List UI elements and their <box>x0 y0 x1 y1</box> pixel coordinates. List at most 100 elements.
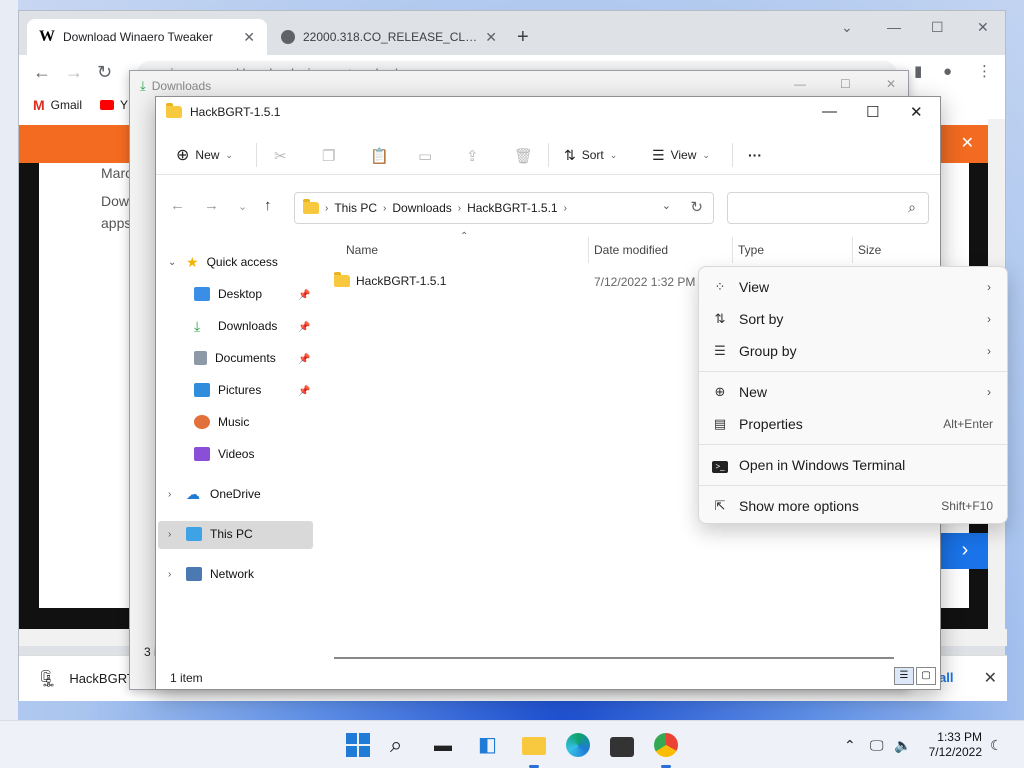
task-view-icon[interactable]: ▬ <box>434 733 458 757</box>
minimize-icon[interactable]: — <box>887 19 901 35</box>
maximize-icon[interactable]: ☐ <box>866 103 879 121</box>
back-icon[interactable]: ← <box>33 63 51 81</box>
delete-icon[interactable]: 🗑 <box>514 147 533 165</box>
details-view-icon[interactable]: ☰ <box>894 667 914 685</box>
forward-icon[interactable]: → <box>65 63 83 81</box>
chrome-icon[interactable] <box>654 733 678 757</box>
recent-locations-icon[interactable]: ⌄ <box>238 200 247 213</box>
nav-desktop[interactable]: Desktop <box>194 280 262 308</box>
bookmark-youtube[interactable]: Y <box>120 98 128 112</box>
clock[interactable]: 1:33 PM 7/12/2022 <box>918 730 982 760</box>
copy-icon[interactable]: ❐ <box>322 147 335 165</box>
nav-music[interactable]: Music <box>194 408 249 436</box>
sort-button[interactable]: ⇅ Sort ⌄ <box>564 141 617 169</box>
close-icon[interactable]: ✕ <box>910 103 923 121</box>
volume-icon[interactable]: 🔈 <box>894 737 911 754</box>
tab-search-icon[interactable]: ⌄ <box>841 19 853 36</box>
chevron-right-icon[interactable]: › <box>168 569 171 580</box>
new-button[interactable]: ⊕ New ⌄ <box>176 141 233 169</box>
chevron-down-icon[interactable]: ⌄ <box>168 257 176 268</box>
menu-item-sort-by[interactable]: ⇅ Sort by › <box>703 304 1003 334</box>
nav-documents[interactable]: Documents <box>194 344 276 372</box>
menu-item-new[interactable]: ⊕ New › <box>703 377 1003 407</box>
menu-item-show-more[interactable]: ⇱ Show more options Shift+F10 <box>703 491 1003 521</box>
tab-winaero[interactable]: W Download Winaero Tweaker ✕ <box>27 19 267 55</box>
refresh-icon[interactable]: ↻ <box>690 198 703 216</box>
tab-release[interactable]: 22000.318.CO_RELEASE_CLIPRO... ✕ <box>269 19 509 55</box>
nav-downloads[interactable]: ⤓ Downloads <box>194 312 277 340</box>
search-input[interactable]: ⌕ <box>727 192 929 224</box>
nav-videos[interactable]: Videos <box>194 440 254 468</box>
close-tab-icon[interactable]: ✕ <box>485 29 497 46</box>
bookmark-gmail[interactable]: Gmail <box>51 98 82 112</box>
back-icon[interactable]: ← <box>170 197 185 214</box>
extensions-icon[interactable]: ▮ <box>914 63 922 81</box>
paste-icon[interactable]: 📋 <box>370 147 389 165</box>
show-all-link[interactable]: all <box>939 670 953 685</box>
breadcrumb-hackbgrt[interactable]: HackBGRT-1.5.1 <box>467 201 557 215</box>
column-date-modified[interactable]: Date modified <box>594 243 668 257</box>
pin-icon[interactable]: 📌 <box>298 322 310 333</box>
column-divider[interactable] <box>732 237 733 263</box>
minimize-icon[interactable]: — <box>822 103 837 120</box>
new-tab-button[interactable]: + <box>517 27 529 47</box>
up-icon[interactable]: ↑ <box>264 197 272 214</box>
nav-network[interactable]: Network <box>186 560 254 588</box>
menu-item-properties[interactable]: ▤ Properties Alt+Enter <box>703 409 1003 439</box>
menu-item-view[interactable]: ⁘ View › <box>703 272 1003 302</box>
forward-icon[interactable]: → <box>204 197 219 214</box>
close-icon[interactable]: ✕ <box>977 19 989 36</box>
view-button[interactable]: ☰ View ⌄ <box>652 141 710 169</box>
minimize-icon[interactable]: — <box>794 77 806 91</box>
large-icons-view-icon[interactable]: ▢ <box>916 667 936 685</box>
menu-icon[interactable]: ⋮ <box>977 63 992 81</box>
chevron-up-icon[interactable]: ⌃ <box>844 737 856 754</box>
start-button[interactable] <box>346 733 370 757</box>
profile-icon[interactable]: ● <box>943 63 952 81</box>
menu-label: New <box>739 384 768 400</box>
cut-icon[interactable]: ✂ <box>274 147 287 165</box>
share-icon[interactable]: ⇪ <box>466 147 479 165</box>
list-item[interactable]: HackBGRT-1.5.1 <box>334 271 446 291</box>
next-button[interactable]: › <box>941 533 989 569</box>
network-icon[interactable]: 🖵 <box>870 737 884 754</box>
search-icon[interactable]: ⌕ <box>390 733 414 757</box>
column-divider[interactable] <box>588 237 589 263</box>
breadcrumb-downloads[interactable]: Downloads <box>392 201 451 215</box>
menu-item-group-by[interactable]: ☰ Group by › <box>703 336 1003 366</box>
column-type[interactable]: Type <box>738 243 764 257</box>
pin-icon[interactable]: 📌 <box>298 386 310 397</box>
maximize-icon[interactable]: ☐ <box>931 19 944 36</box>
maximize-icon[interactable]: ☐ <box>840 77 851 91</box>
address-dropdown-icon[interactable]: ⌄ <box>662 199 671 212</box>
chevron-right-icon[interactable]: › <box>168 489 171 500</box>
menu-item-open-terminal[interactable]: >_ Open in Windows Terminal <box>703 450 1003 480</box>
context-menu: ⁘ View › ⇅ Sort by › ☰ Group by › ⊕ New … <box>698 266 1008 524</box>
horizontal-scrollbar[interactable] <box>334 657 894 659</box>
column-size[interactable]: Size <box>858 243 881 257</box>
file-explorer-icon[interactable] <box>522 737 546 755</box>
column-divider[interactable] <box>852 237 853 263</box>
store-icon[interactable] <box>610 737 634 757</box>
breadcrumb-this-pc[interactable]: This PC <box>334 201 377 215</box>
column-name[interactable]: Name <box>346 243 378 257</box>
clock-date: 7/12/2022 <box>928 745 982 759</box>
rename-icon[interactable]: ▭ <box>418 147 432 165</box>
nav-pictures[interactable]: Pictures <box>194 376 261 404</box>
nav-onedrive[interactable]: ☁ OneDrive <box>186 480 261 508</box>
widgets-icon[interactable]: ◧ <box>478 733 502 757</box>
close-shelf-icon[interactable]: ✕ <box>984 668 997 688</box>
close-banner-icon[interactable]: ✕ <box>961 133 974 153</box>
pin-icon[interactable]: 📌 <box>298 290 310 301</box>
breadcrumb[interactable]: › This PC › Downloads › HackBGRT-1.5.1 ›… <box>294 192 714 224</box>
nav-quick-access[interactable]: ★ Quick access <box>186 248 278 276</box>
edge-icon[interactable] <box>566 733 590 757</box>
close-tab-icon[interactable]: ✕ <box>243 29 255 46</box>
notifications-icon[interactable]: ☾ <box>990 737 1003 754</box>
more-options-button[interactable]: ··· <box>748 141 762 169</box>
close-icon[interactable]: ✕ <box>886 77 896 91</box>
nav-this-pc[interactable]: This PC <box>186 520 253 548</box>
pin-icon[interactable]: 📌 <box>298 354 310 365</box>
chevron-right-icon[interactable]: › <box>168 529 171 540</box>
reload-icon[interactable]: ↻ <box>97 63 112 81</box>
